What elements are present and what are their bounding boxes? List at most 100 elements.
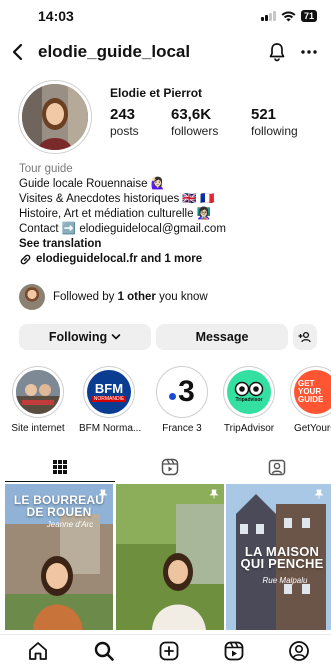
battery-icon: 71	[300, 10, 317, 22]
stat-followers[interactable]: 63,6K followers	[171, 106, 218, 138]
post-subtitle: Rue Malpalu	[262, 576, 308, 585]
pinned-icon	[98, 489, 108, 499]
mutual-follower-avatar	[19, 284, 45, 310]
website-highlight-icon	[16, 370, 60, 414]
bio-line: Visites & Anecdotes historiques 🇬🇧 🇫🇷	[19, 193, 215, 205]
bio-line: Guide locale Rouennaise 🙋🏻‍♀️	[19, 178, 166, 190]
add-user-button[interactable]	[293, 324, 317, 350]
add-user-icon	[298, 331, 311, 343]
message-button[interactable]: Message	[156, 324, 288, 350]
stat-posts[interactable]: 243 posts	[110, 106, 139, 138]
grid-post[interactable]: LE BOURREAU DE ROUEN Jeanne d'Arc	[5, 484, 113, 630]
getyourguide-logo-icon: GET YOUR GUIDE	[294, 370, 331, 414]
grid-icon	[53, 460, 67, 474]
highlight-ring: BFM NORMANDIE	[83, 366, 135, 418]
highlight-label: GetYourG	[293, 423, 331, 434]
profile-display-name: Elodie et Pierrot	[110, 86, 203, 100]
post-image	[116, 484, 224, 630]
highlight-tripadvisor[interactable]: Tripadvisor TripAdvisor	[219, 366, 279, 434]
highlight-getyourguide[interactable]: GET YOUR GUIDE GetYourG	[286, 366, 331, 434]
grid-post[interactable]: LA MAISON QUI PENCHE Rue Malpalu	[226, 484, 331, 630]
back-arrow-icon[interactable]	[10, 42, 26, 62]
pinned-icon	[209, 489, 219, 499]
bell-icon[interactable]	[266, 41, 288, 63]
highlight-ring	[12, 366, 64, 418]
highlight-site-internet[interactable]: Site internet	[8, 366, 68, 434]
stat-label: posts	[110, 124, 139, 138]
reels-nav-icon[interactable]	[223, 640, 245, 662]
stat-label: followers	[171, 124, 219, 138]
wifi-icon	[281, 11, 296, 21]
tab-tagged[interactable]	[222, 452, 331, 482]
reels-icon	[161, 458, 179, 476]
bio-line: Histoire, Art et médiation culturelle 👩🏻…	[19, 208, 212, 220]
highlight-ring: 3	[156, 366, 208, 418]
profile-bio: Tour guide Guide locale Rouennaise 🙋🏻‍♀️…	[19, 162, 319, 267]
pinned-icon	[314, 489, 324, 499]
message-button-label: Message	[195, 330, 249, 344]
status-time: 14:03	[38, 8, 74, 24]
highlight-label: Site internet	[11, 423, 65, 434]
active-tab-indicator	[5, 480, 115, 482]
stat-value: 521	[251, 106, 277, 123]
post-title: LE BOURREAU DE ROUEN	[13, 493, 105, 519]
link-icon	[20, 254, 31, 265]
highlight-france3[interactable]: 3 France 3	[152, 366, 212, 434]
following-button[interactable]: Following	[19, 324, 151, 350]
highlight-label: France 3	[162, 423, 202, 434]
highlight-ring: GET YOUR GUIDE	[290, 366, 331, 418]
bio-line: Contact ➡️ elodieguidelocal@gmail.com	[19, 223, 226, 235]
see-translation-link[interactable]: See translation	[19, 237, 319, 252]
stat-value: 63,6K	[171, 106, 212, 123]
post-subtitle: Jeanne d'Arc	[46, 520, 94, 529]
followed-by-count: 1 other	[117, 291, 156, 303]
profile-content-tabs	[0, 452, 331, 482]
grid-post[interactable]	[116, 484, 224, 630]
post-title: LA MAISON QUI PENCHE	[240, 544, 324, 571]
followed-by[interactable]: Followed by 1 other you know	[19, 284, 208, 310]
more-options-icon[interactable]	[298, 41, 320, 63]
chevron-down-icon	[111, 334, 121, 340]
highlight-bfm[interactable]: BFM NORMANDIE BFM Norma...	[79, 366, 142, 434]
france3-logo-icon: 3	[160, 370, 204, 414]
home-icon[interactable]	[27, 640, 49, 662]
profile-actions: Following Message	[19, 324, 317, 350]
highlight-ring: Tripadvisor	[223, 366, 275, 418]
profile-username: elodie_guide_local	[38, 42, 191, 61]
story-highlights: Site internet BFM NORMANDIE BFM Norma...…	[0, 366, 331, 438]
tab-posts-grid[interactable]	[5, 452, 115, 482]
bfm-logo-text: BFM	[94, 381, 124, 396]
avatar-illustration	[22, 84, 88, 150]
followed-by-text: Followed by 1 other you know	[53, 291, 208, 303]
followed-by-suffix: you know	[155, 291, 208, 303]
france3-logo-text: 3	[178, 375, 195, 408]
tagged-icon	[268, 459, 286, 476]
bio-link-text: elodieguidelocal.fr and 1 more	[36, 253, 203, 265]
bottom-navigation	[0, 634, 331, 664]
search-icon[interactable]	[93, 640, 115, 662]
tab-reels[interactable]	[115, 452, 225, 482]
status-icons: 71	[260, 10, 317, 22]
bfm-logo-sub: NORMANDIE	[91, 396, 127, 402]
tripadvisor-logo-icon: Tripadvisor	[227, 370, 271, 414]
create-post-icon[interactable]	[158, 640, 180, 662]
highlight-label: BFM Norma...	[79, 423, 142, 434]
tripadvisor-logo-text: Tripadvisor	[235, 397, 263, 403]
avatar-photo	[22, 84, 88, 150]
getyourguide-logo-text: GET YOUR GUIDE	[298, 379, 324, 404]
status-bar: 14:03 71	[0, 0, 331, 32]
stat-following[interactable]: 521 following	[251, 106, 298, 138]
stat-label: following	[251, 124, 298, 138]
stat-value: 243	[110, 106, 136, 123]
posts-grid: LE BOURREAU DE ROUEN Jeanne d'Arc LA MAI…	[0, 484, 331, 630]
profile-nav-icon[interactable]	[288, 640, 310, 662]
profile-header: elodie_guide_local	[0, 38, 331, 68]
bfm-logo-icon: BFM NORMANDIE	[87, 370, 131, 414]
profile-avatar[interactable]	[18, 80, 92, 154]
highlight-label: TripAdvisor	[223, 423, 275, 434]
bio-website-link[interactable]: elodieguidelocal.fr and 1 more	[19, 252, 319, 267]
signal-icon	[260, 11, 276, 21]
following-button-label: Following	[48, 330, 108, 344]
followed-by-prefix: Followed by	[53, 291, 118, 303]
bio-category: Tour guide	[19, 163, 73, 175]
